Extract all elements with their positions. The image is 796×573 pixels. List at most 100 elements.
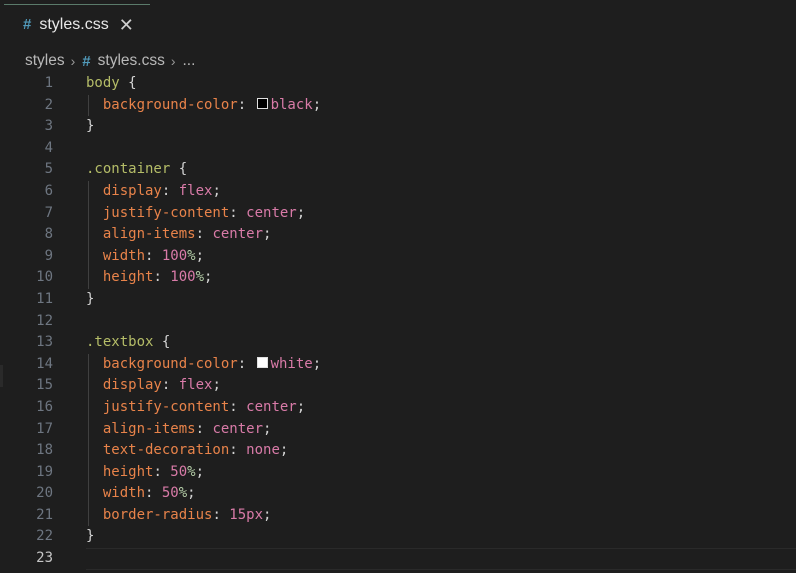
token-punct: { <box>153 334 171 351</box>
code-line[interactable]: 18 text-decoration: none; <box>0 440 796 462</box>
token-prop: align-items <box>102 420 196 437</box>
token-punct: ; <box>296 204 306 221</box>
chevron-right-icon: › <box>170 53 176 69</box>
token-val: center <box>212 226 264 243</box>
token-punct: ; <box>312 355 322 372</box>
token-punct: ; <box>195 463 205 480</box>
code-line[interactable]: 11} <box>0 289 796 311</box>
token-punct: } <box>86 528 95 545</box>
line-number: 11 <box>36 290 53 307</box>
code-line[interactable]: 5 .container { <box>0 159 796 181</box>
token-val: center <box>246 398 297 415</box>
token-punct: { <box>170 161 188 178</box>
token-prop: display <box>102 182 162 199</box>
code-line[interactable]: 20 width: 50%; <box>0 483 796 505</box>
line-number: 15 <box>36 377 53 394</box>
token-ind <box>86 226 103 242</box>
tab-label: styles.css <box>39 15 109 33</box>
token-prop: height <box>102 269 154 286</box>
line-number: 14 <box>36 355 53 372</box>
token-ind <box>86 377 103 393</box>
token-prop: width <box>102 247 146 264</box>
code-line[interactable]: 21 border-radius: 15px; <box>0 504 796 527</box>
token-prop: height <box>102 463 154 480</box>
code-line[interactable]: 2 background-color: black; <box>0 94 796 117</box>
css-file-icon: # <box>82 52 91 70</box>
token-ind <box>86 248 103 264</box>
token-punct: ; <box>204 269 213 286</box>
code-text: justify-content: center; <box>86 203 305 225</box>
breadcrumb-folder[interactable]: styles <box>25 52 65 70</box>
token-val: black <box>270 96 313 113</box>
tab-styles-css[interactable]: # styles.css ✕ <box>4 4 150 44</box>
token-punct: { <box>119 75 137 91</box>
token-sel: .container <box>86 161 171 178</box>
token-punct: : <box>229 204 247 221</box>
token-punct: : <box>161 182 179 199</box>
color-swatch[interactable] <box>256 97 268 109</box>
token-num: 15 <box>229 506 247 523</box>
line-number: 8 <box>44 226 53 243</box>
code-line[interactable]: 9 width: 100%; <box>0 245 796 268</box>
token-sel: body <box>86 75 120 91</box>
close-icon[interactable]: ✕ <box>119 16 134 34</box>
code-line[interactable]: 3} <box>0 116 796 138</box>
token-punct: : <box>145 247 162 264</box>
code-line[interactable]: 23 <box>0 548 796 570</box>
code-line[interactable]: 6 display: flex; <box>0 180 796 203</box>
token-prop: display <box>102 377 162 394</box>
token-ind <box>86 442 103 458</box>
code-line[interactable]: 19 height: 50%; <box>0 461 796 484</box>
token-punct: ; <box>312 96 322 113</box>
code-text: background-color: white; <box>86 354 321 376</box>
token-prop: background-color <box>102 355 238 372</box>
token-punct: : <box>229 442 247 459</box>
code-editor[interactable]: 1 body {2 background-color: black; 3} 4 5 .co… <box>0 73 796 570</box>
code-line[interactable]: 8 align-items: center; <box>0 224 796 246</box>
code-line[interactable]: 13 .textbox { <box>0 332 796 354</box>
code-line[interactable]: 12 <box>0 311 796 333</box>
token-punct: : <box>161 377 179 394</box>
token-ind <box>86 507 103 523</box>
token-val: center <box>246 204 297 221</box>
line-number: 17 <box>36 420 53 437</box>
line-number: 10 <box>36 269 53 286</box>
code-text: align-items: center; <box>86 224 272 246</box>
code-line[interactable]: 22} <box>0 526 796 548</box>
token-punct: : <box>237 96 255 113</box>
code-line[interactable]: 7 justify-content: center; <box>0 202 796 225</box>
token-prop: background-color <box>102 96 238 113</box>
code-text: width: 100%; <box>86 246 204 268</box>
code-line[interactable]: 4 <box>0 138 796 160</box>
code-line[interactable]: 15 display: flex; <box>0 375 796 397</box>
token-unit: % <box>195 269 205 286</box>
breadcrumb-symbols[interactable]: ... <box>183 52 196 70</box>
token-punct: : <box>153 463 171 480</box>
line-number: 9 <box>44 247 53 264</box>
code-line[interactable]: 14 background-color: white; <box>0 353 796 376</box>
token-num: 100 <box>170 269 196 286</box>
token-prop: text-decoration <box>102 442 230 459</box>
line-number: 23 <box>36 550 53 567</box>
token-punct: : <box>229 398 247 415</box>
color-swatch[interactable] <box>256 356 268 368</box>
code-line[interactable]: 10 height: 100%; <box>0 267 796 289</box>
tab-bar: # styles.css ✕ <box>0 0 796 44</box>
breadcrumb: styles › # styles.css › ... <box>25 50 195 72</box>
breadcrumb-file[interactable]: styles.css <box>98 52 165 70</box>
line-number: 13 <box>36 334 53 351</box>
code-text: height: 50%; <box>86 462 204 484</box>
token-prop: align-items <box>102 226 196 243</box>
code-line[interactable]: 1 body { <box>0 73 796 95</box>
token-punct: : <box>153 269 171 286</box>
code-text: border-radius: 15px; <box>86 505 272 527</box>
code-line[interactable]: 17 align-items: center; <box>0 418 796 441</box>
line-number: 7 <box>44 204 53 221</box>
token-unit: % <box>178 485 188 502</box>
code-text: display: flex; <box>86 375 221 397</box>
token-ind <box>86 205 103 221</box>
code-text: body { <box>86 73 137 95</box>
code-line[interactable]: 16 justify-content: center; <box>0 396 796 419</box>
token-punct: ; <box>263 506 272 523</box>
token-punct: ; <box>263 420 272 437</box>
